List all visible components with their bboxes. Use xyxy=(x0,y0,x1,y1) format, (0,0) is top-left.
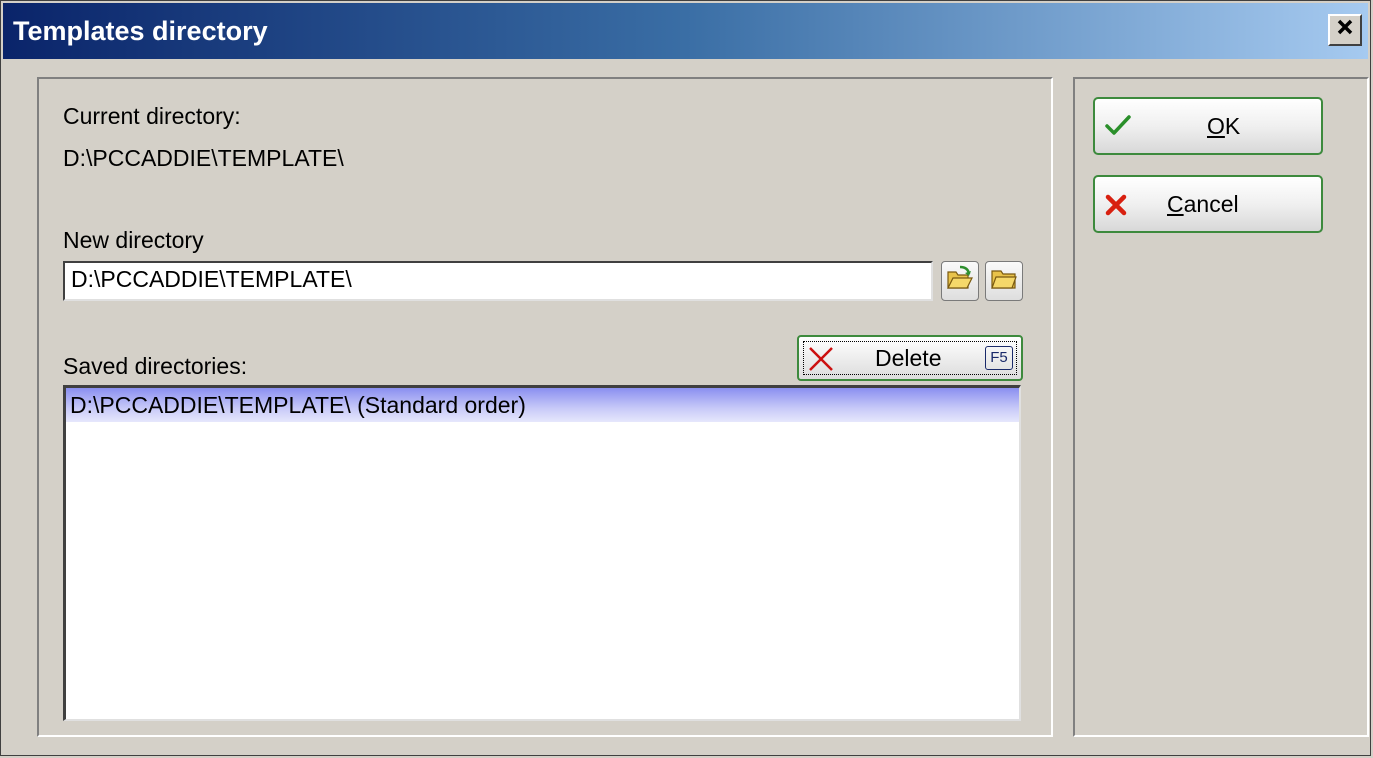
open-folder-button[interactable] xyxy=(941,261,979,301)
check-icon xyxy=(1105,114,1131,143)
cancel-button[interactable]: Cancel xyxy=(1093,175,1323,233)
list-item[interactable]: D:\PCCADDIE\TEMPLATE\ (Standard order) xyxy=(66,388,1019,422)
title-bar[interactable]: Templates directory xyxy=(3,3,1368,59)
x-icon xyxy=(807,345,835,380)
window-title: Templates directory xyxy=(13,16,268,46)
folder-open-icon xyxy=(946,265,974,298)
close-icon xyxy=(1335,16,1355,44)
cancel-label: Cancel xyxy=(1167,191,1239,217)
ok-button[interactable]: OK xyxy=(1093,97,1323,155)
delete-label: Delete xyxy=(875,345,942,371)
folder-icon xyxy=(990,265,1018,298)
saved-directories-label: Saved directories: xyxy=(63,353,248,379)
shortcut-badge: F5 xyxy=(985,346,1013,370)
saved-directories-list[interactable]: D:\PCCADDIE\TEMPLATE\ (Standard order) xyxy=(63,385,1021,721)
x-icon xyxy=(1105,194,1127,223)
close-button[interactable] xyxy=(1328,14,1362,46)
templates-directory-dialog: Templates directory Current directory: D… xyxy=(0,0,1371,756)
browse-folder-button[interactable] xyxy=(985,261,1023,301)
ok-label: OK xyxy=(1207,113,1241,139)
current-directory-value: D:\PCCADDIE\TEMPLATE\ xyxy=(63,145,344,171)
delete-button[interactable]: Delete F5 xyxy=(797,335,1023,381)
new-directory-input[interactable]: D:\PCCADDIE\TEMPLATE\ xyxy=(63,261,933,301)
current-directory-label: Current directory: xyxy=(63,103,241,129)
new-directory-label: New directory xyxy=(63,227,204,253)
